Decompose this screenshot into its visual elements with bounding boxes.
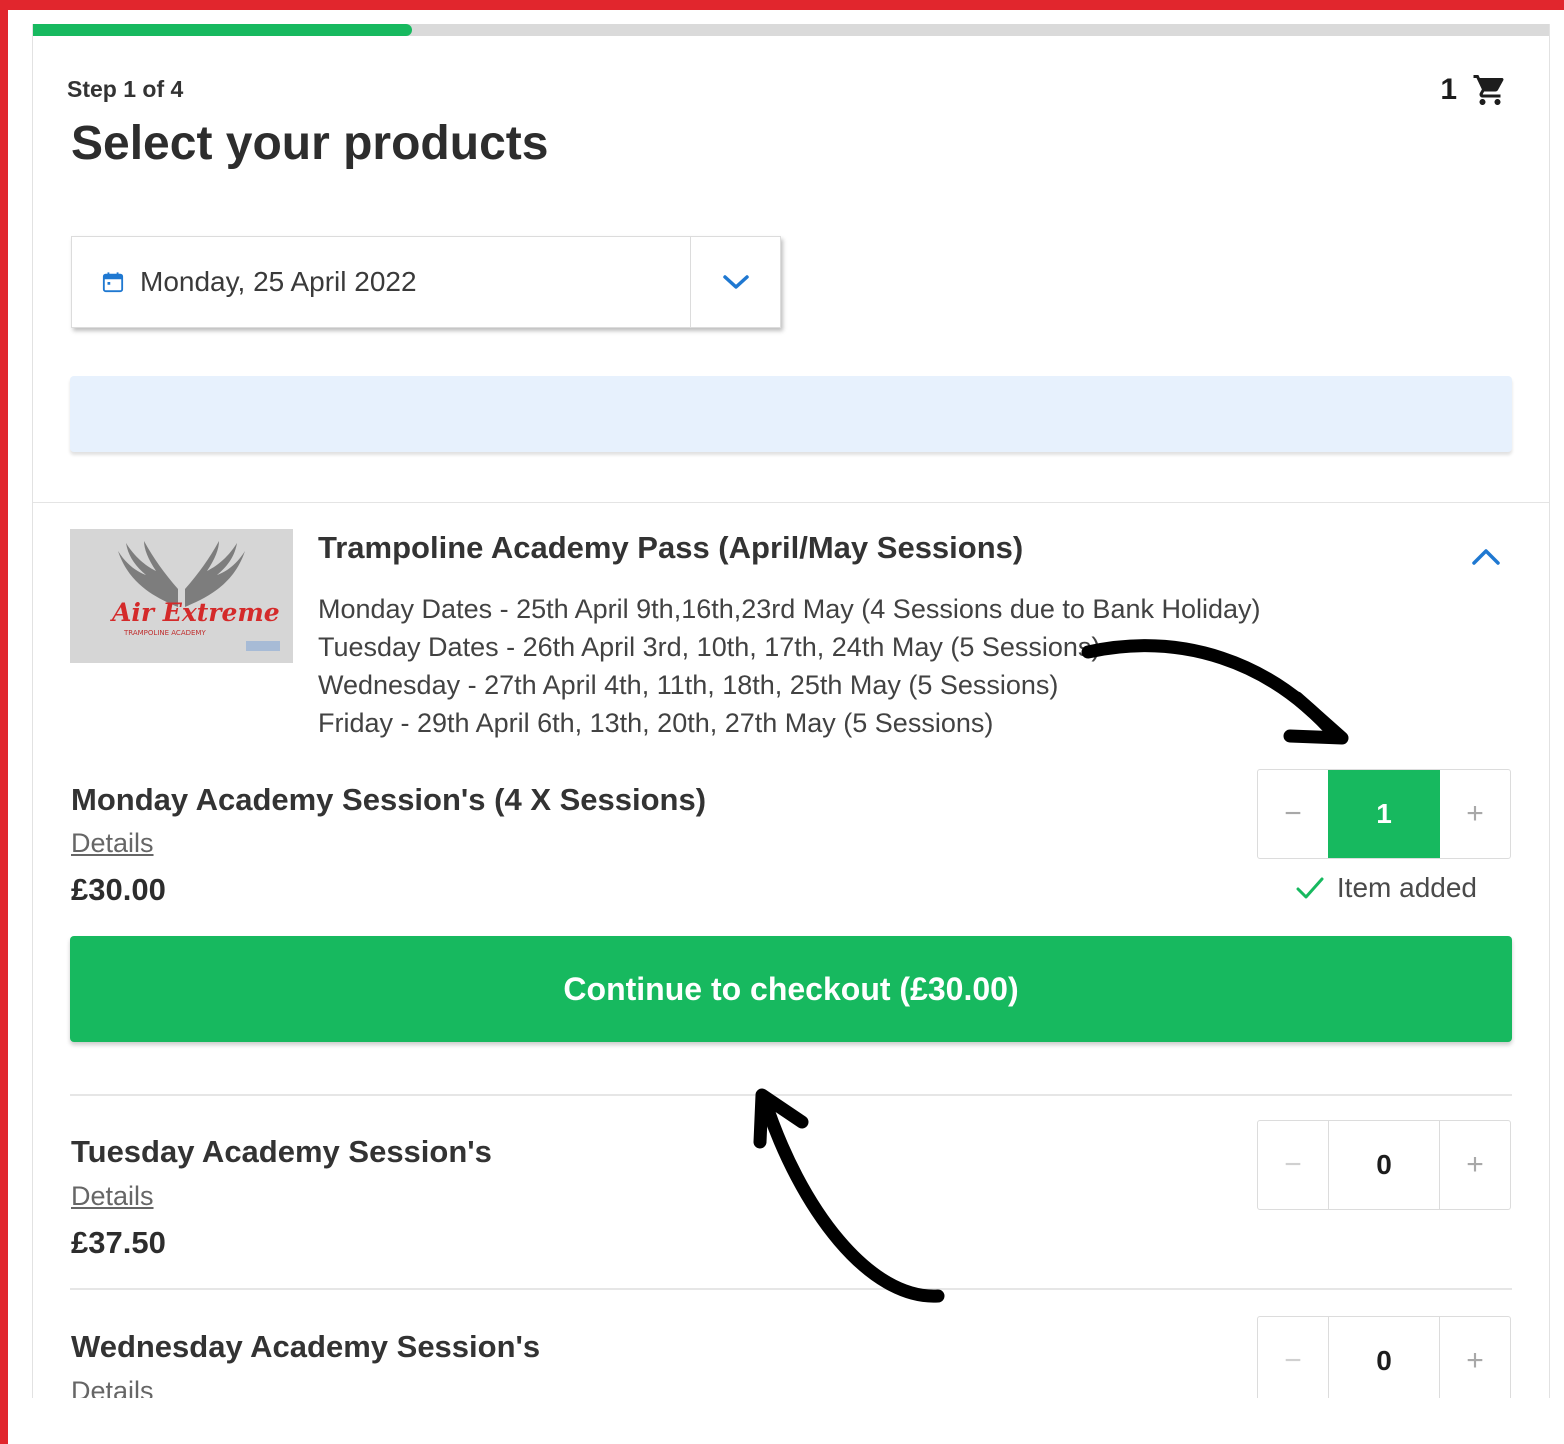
item-name-monday: Monday Academy Session's (4 X Sessions) xyxy=(71,782,707,817)
section-divider xyxy=(33,502,1549,503)
quantity-stepper-wednesday[interactable]: − 0 + xyxy=(1257,1316,1511,1398)
description-line: Monday Dates - 25th April 9th,16th,23rd … xyxy=(318,594,1261,624)
increment-button[interactable]: + xyxy=(1440,1317,1510,1398)
decrement-button[interactable]: − xyxy=(1258,1121,1328,1209)
quantity-value[interactable]: 0 xyxy=(1328,1121,1440,1209)
details-link-tuesday[interactable]: Details xyxy=(71,1181,154,1212)
item-price-monday: £30.00 xyxy=(71,872,166,907)
date-picker[interactable]: Monday, 25 April 2022 xyxy=(71,236,781,328)
details-link-wednesday[interactable]: Details xyxy=(71,1376,154,1398)
frame-border-left xyxy=(0,0,8,1444)
cart-count: 1 xyxy=(1440,73,1457,106)
decrement-button[interactable]: − xyxy=(1258,1317,1328,1398)
increment-button[interactable]: + xyxy=(1440,1121,1510,1209)
page-title: Select your products xyxy=(71,117,549,170)
row-divider xyxy=(70,1288,1512,1290)
item-name-tuesday: Tuesday Academy Session's xyxy=(71,1134,492,1169)
chevron-up-icon xyxy=(1472,549,1500,565)
step-indicator: Step 1 of 4 xyxy=(67,76,184,102)
calendar-icon xyxy=(102,272,124,293)
quantity-stepper-tuesday[interactable]: − 0 + xyxy=(1257,1120,1511,1210)
academy-logo: Air Extreme TRAMPOLINE ACADEMY xyxy=(70,529,293,663)
description-line: Wednesday - 27th April 4th, 11th, 18th, … xyxy=(318,670,1059,700)
product-image: Air Extreme TRAMPOLINE ACADEMY xyxy=(70,529,293,663)
progress-bar-fill xyxy=(33,24,412,36)
item-name-wednesday: Wednesday Academy Session's xyxy=(71,1329,541,1364)
row-divider xyxy=(70,1094,1512,1096)
cart-icon xyxy=(1473,75,1504,105)
collapse-toggle[interactable] xyxy=(1469,542,1503,572)
description-line: Friday - 29th April 6th, 13th, 20th, 27t… xyxy=(318,708,994,738)
date-picker-field[interactable]: Monday, 25 April 2022 xyxy=(72,237,690,327)
logo-text: Air Extreme xyxy=(110,598,280,627)
info-banner xyxy=(70,376,1512,452)
quantity-value[interactable]: 0 xyxy=(1328,1317,1440,1398)
increment-button[interactable]: + xyxy=(1440,770,1510,858)
quantity-value[interactable]: 1 xyxy=(1328,770,1440,858)
chevron-down-icon xyxy=(722,275,749,289)
description-line: Tuesday Dates - 26th April 3rd, 10th, 17… xyxy=(318,632,1101,662)
item-added-label: Item added xyxy=(1336,872,1477,903)
progress-bar xyxy=(33,24,1549,36)
continue-to-checkout-button[interactable]: Continue to checkout (£30.00) xyxy=(70,936,1512,1042)
item-added-status: Item added xyxy=(1295,872,1477,904)
details-link-monday[interactable]: Details xyxy=(71,828,154,859)
booking-panel: Step 1 of 4 Select your products 1 Monda… xyxy=(32,24,1550,1398)
product-title: Trampoline Academy Pass (April/May Sessi… xyxy=(318,530,1024,565)
check-icon xyxy=(1296,877,1324,899)
decrement-button[interactable]: − xyxy=(1258,770,1328,858)
selected-date: Monday, 25 April 2022 xyxy=(140,266,417,297)
logo-subtext: TRAMPOLINE ACADEMY xyxy=(123,629,206,637)
item-price-tuesday: £37.50 xyxy=(71,1225,166,1260)
cart-button[interactable]: 1 xyxy=(1440,72,1509,108)
product-description: Monday Dates - 25th April 9th,16th,23rd … xyxy=(318,590,1261,742)
frame-border-top xyxy=(0,0,1564,10)
quantity-stepper-monday[interactable]: − 1 + xyxy=(1257,769,1511,859)
date-dropdown-toggle[interactable] xyxy=(690,237,780,327)
